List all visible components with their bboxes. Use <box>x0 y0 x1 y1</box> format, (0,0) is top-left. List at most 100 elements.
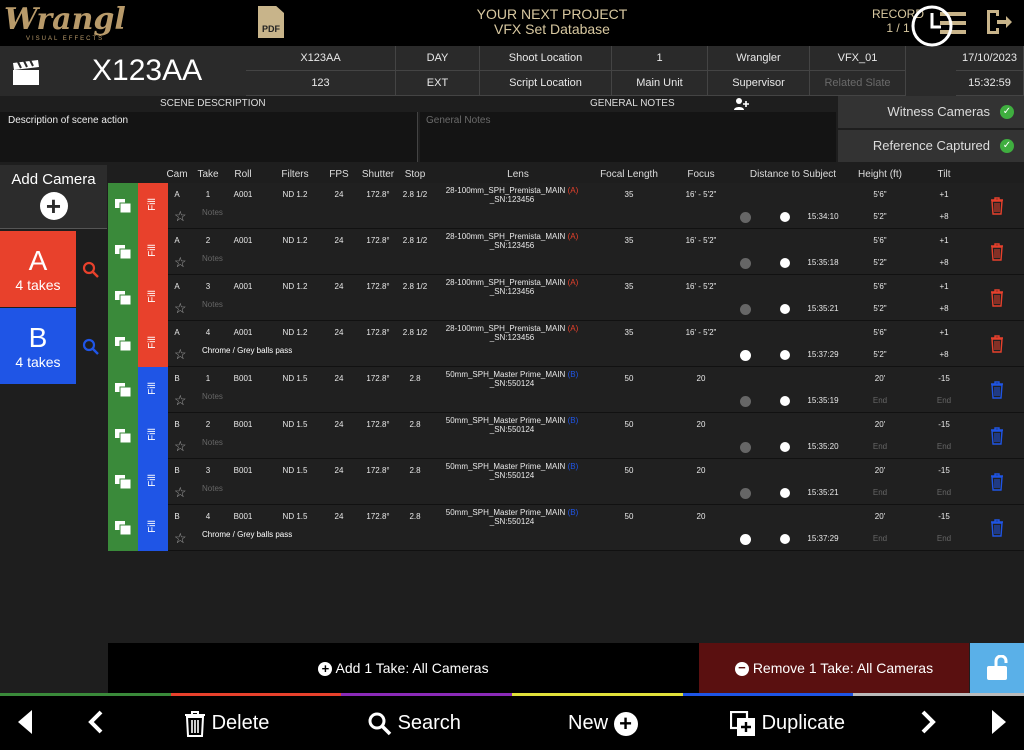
take-shutter[interactable]: 172.8° <box>356 282 400 291</box>
take-time[interactable]: 15:37:29 <box>802 350 844 359</box>
take-row[interactable]: Fill A 2 A001 ND 1.2 24 172.8° 2.8 1/2 28-100mm_… <box>108 229 1024 275</box>
take-cam[interactable]: B <box>164 420 190 429</box>
take-shutter[interactable]: 172.8° <box>356 420 400 429</box>
take-roll[interactable]: B001 <box>226 374 260 383</box>
trash-icon[interactable] <box>990 381 1004 399</box>
star-icon[interactable]: ☆ <box>174 300 187 317</box>
star-icon[interactable]: ☆ <box>174 208 187 225</box>
take-time[interactable]: 15:37:29 <box>802 534 844 543</box>
take-stop[interactable]: 2.8 1/2 <box>400 282 430 291</box>
take-tilt-end[interactable]: +8 <box>926 212 962 221</box>
take-take[interactable]: 4 <box>194 512 222 521</box>
take-focus[interactable]: 16' - 5'2" <box>684 282 718 291</box>
clock-icon[interactable] <box>780 488 790 498</box>
copy-take-button[interactable] <box>108 275 138 321</box>
take-shutter[interactable]: 172.8° <box>356 374 400 383</box>
unlock-button[interactable] <box>970 643 1024 693</box>
take-lens[interactable]: 28-100mm_SPH_Premista_MAIN (A) _SN:123456 <box>430 186 594 204</box>
take-fps[interactable]: 24 <box>326 282 352 291</box>
take-tilt-start[interactable]: -15 <box>926 466 962 475</box>
take-row[interactable]: Fill A 1 A001 ND 1.2 24 172.8° 2.8 1/2 28-100mm_… <box>108 183 1024 229</box>
take-roll[interactable]: B001 <box>226 420 260 429</box>
take-notes[interactable]: Notes <box>202 484 223 493</box>
take-fps[interactable]: 24 <box>326 328 352 337</box>
take-shutter[interactable]: 172.8° <box>356 236 400 245</box>
take-filters[interactable]: ND 1.5 <box>274 374 316 383</box>
take-roll[interactable]: A001 <box>226 282 260 291</box>
take-focal[interactable]: 35 <box>592 328 666 337</box>
scene-field-shoot-day[interactable]: 1 <box>612 46 708 71</box>
take-take[interactable]: 3 <box>194 466 222 475</box>
take-filters[interactable]: ND 1.5 <box>274 420 316 429</box>
take-focus[interactable]: 16' - 5'2" <box>684 328 718 337</box>
clock-icon[interactable] <box>910 4 954 48</box>
take-height-end[interactable]: 5'2" <box>852 350 908 359</box>
take-fps[interactable]: 24 <box>326 420 352 429</box>
scene-field-scene-number[interactable]: 123 <box>246 71 396 96</box>
take-time[interactable]: 15:35:21 <box>802 488 844 497</box>
clock-icon[interactable] <box>780 304 790 314</box>
take-roll[interactable]: B001 <box>226 466 260 475</box>
take-row[interactable]: Fill B 2 B001 ND 1.5 24 172.8° 2.8 50mm_SPH_Mast… <box>108 413 1024 459</box>
take-focus[interactable]: 20 <box>684 374 718 383</box>
take-lens[interactable]: 28-100mm_SPH_Premista_MAIN (A) _SN:123456 <box>430 278 594 296</box>
take-lens[interactable]: 50mm_SPH_Master Prime_MAIN (B) _SN:550124 <box>430 508 594 526</box>
take-tilt-end[interactable]: End <box>926 488 962 497</box>
take-row[interactable]: Fill A 3 A001 ND 1.2 24 172.8° 2.8 1/2 28-100mm_… <box>108 275 1024 321</box>
copy-take-button[interactable] <box>108 229 138 275</box>
camera-b-button[interactable]: B 4 takes <box>0 308 76 384</box>
add-camera-button[interactable]: Add Camera + <box>0 165 107 229</box>
star-icon[interactable]: ☆ <box>174 254 187 271</box>
take-height-start[interactable]: 5'6" <box>852 236 908 245</box>
copy-take-button[interactable] <box>108 367 138 413</box>
pdf-export-icon[interactable]: PDF <box>258 6 284 38</box>
take-take[interactable]: 4 <box>194 328 222 337</box>
take-row[interactable]: Fill B 3 B001 ND 1.5 24 172.8° 2.8 50mm_SPH_Mast… <box>108 459 1024 505</box>
previous-record-icon[interactable] <box>86 710 104 734</box>
take-notes[interactable]: Chrome / Grey balls pass <box>202 530 292 539</box>
take-focal[interactable]: 50 <box>592 420 666 429</box>
take-shutter[interactable]: 172.8° <box>356 466 400 475</box>
take-height-end[interactable]: 5'2" <box>852 212 908 221</box>
take-shutter[interactable]: 172.8° <box>356 328 400 337</box>
add-take-all-cameras-button[interactable]: + Add 1 Take: All Cameras <box>108 643 699 693</box>
scene-field-supervisor[interactable]: Supervisor <box>708 71 810 96</box>
reference-captured-toggle[interactable]: Reference Captured ✓ <box>838 130 1024 162</box>
take-height-start[interactable]: 20' <box>852 420 908 429</box>
take-take[interactable]: 1 <box>194 190 222 199</box>
clock-icon[interactable] <box>780 396 790 406</box>
general-notes-field[interactable]: General Notes <box>420 112 836 162</box>
take-stop[interactable]: 2.8 <box>400 374 430 383</box>
take-height-end[interactable]: 5'2" <box>852 258 908 267</box>
take-fps[interactable]: 24 <box>326 190 352 199</box>
take-focus[interactable]: 20 <box>684 466 718 475</box>
search-icon[interactable] <box>82 338 100 356</box>
take-tilt-end[interactable]: End <box>926 396 962 405</box>
scene-field-related-slate[interactable]: Related Slate <box>810 71 906 96</box>
take-lens[interactable]: 50mm_SPH_Master Prime_MAIN (B) _SN:550124 <box>430 370 594 388</box>
take-roll[interactable]: B001 <box>226 512 260 521</box>
take-tilt-start[interactable]: +1 <box>926 190 962 199</box>
take-focal[interactable]: 50 <box>592 374 666 383</box>
take-height-start[interactable]: 20' <box>852 466 908 475</box>
take-focal[interactable]: 50 <box>592 466 666 475</box>
take-height-start[interactable]: 5'6" <box>852 328 908 337</box>
take-height-start[interactable]: 5'6" <box>852 282 908 291</box>
take-cam[interactable]: B <box>164 466 190 475</box>
take-lens[interactable]: 28-100mm_SPH_Premista_MAIN (A) _SN:123456 <box>430 324 594 342</box>
scene-time[interactable]: 15:32:59 <box>956 71 1024 96</box>
take-focus[interactable]: 20 <box>684 512 718 521</box>
take-roll[interactable]: A001 <box>226 190 260 199</box>
take-cam[interactable]: B <box>164 374 190 383</box>
clock-icon[interactable] <box>780 534 790 544</box>
take-notes[interactable]: Notes <box>202 392 223 401</box>
remove-take-all-cameras-button[interactable]: − Remove 1 Take: All Cameras <box>699 643 969 693</box>
delete-button[interactable]: Delete <box>184 706 269 740</box>
add-person-icon[interactable] <box>734 98 750 110</box>
take-fps[interactable]: 24 <box>326 466 352 475</box>
first-record-icon[interactable] <box>16 710 34 734</box>
take-row[interactable]: Fill B 1 B001 ND 1.5 24 172.8° 2.8 50mm_SPH_Mast… <box>108 367 1024 413</box>
trash-icon[interactable] <box>990 519 1004 537</box>
trash-icon[interactable] <box>990 243 1004 261</box>
scene-id[interactable]: X123AA <box>92 54 202 88</box>
